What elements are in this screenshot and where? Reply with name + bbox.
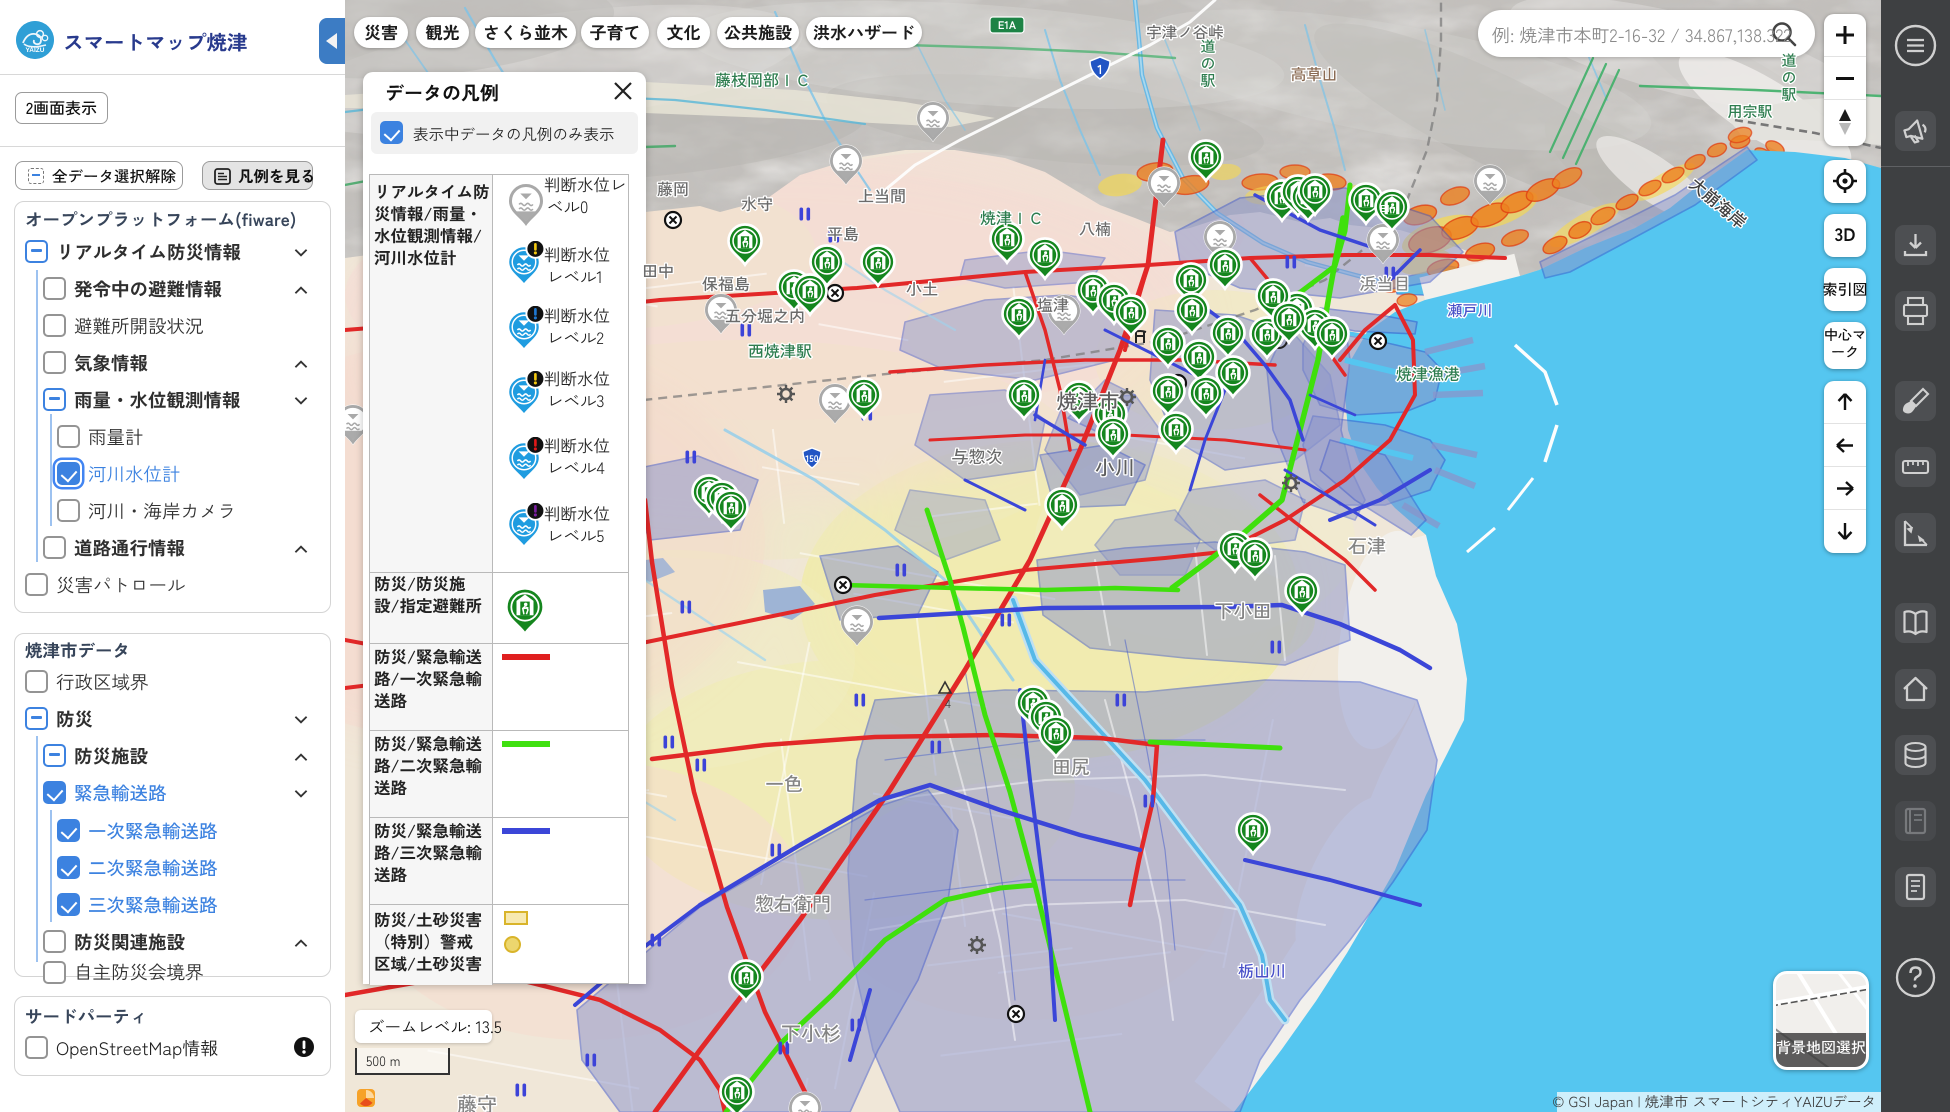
svg-text:YAIZU: YAIZU [26,47,45,54]
